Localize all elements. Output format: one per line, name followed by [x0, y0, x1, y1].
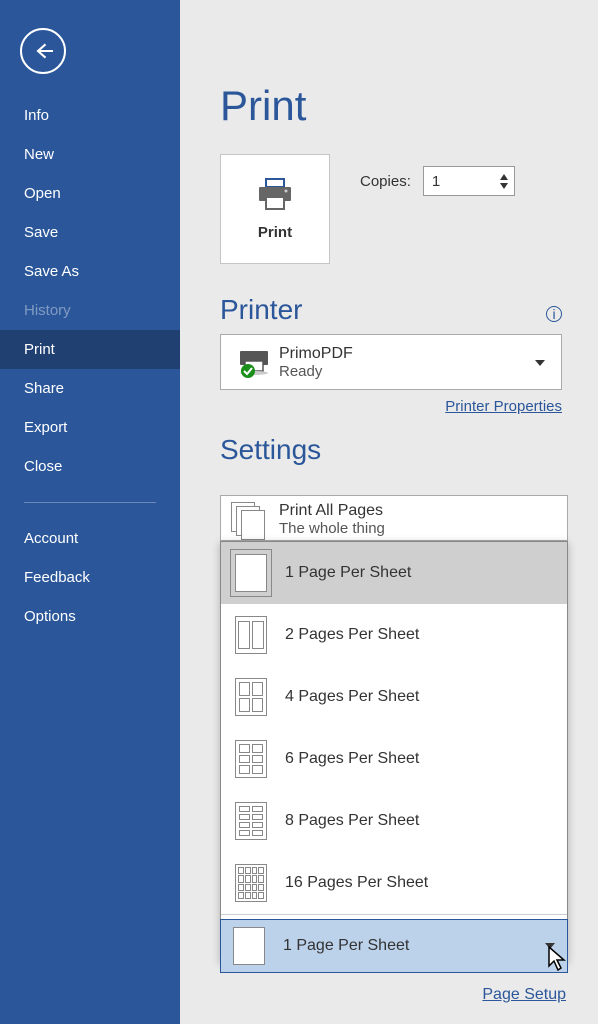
nav-account[interactable]: Account: [0, 519, 180, 558]
nav-history: History: [0, 291, 180, 330]
settings-section-title: Settings: [220, 434, 562, 466]
chevron-down-icon: [535, 353, 551, 371]
nav-share[interactable]: Share: [0, 369, 180, 408]
copies-input[interactable]: 1: [423, 166, 515, 196]
printer-dropdown[interactable]: PrimoPDF Ready: [220, 334, 562, 390]
printer-name: PrimoPDF: [279, 345, 535, 363]
nav-open[interactable]: Open: [0, 174, 180, 213]
menu-label: 1 Page Per Sheet: [285, 564, 411, 582]
page-setup-link[interactable]: Page Setup: [482, 986, 566, 1004]
nav-feedback[interactable]: Feedback: [0, 558, 180, 597]
page-thumb-6-icon: [235, 740, 267, 778]
menu-2-pages[interactable]: 2 Pages Per Sheet: [221, 604, 567, 666]
pages-per-sheet-value: 1 Page Per Sheet: [283, 937, 527, 955]
menu-4-pages[interactable]: 4 Pages Per Sheet: [221, 666, 567, 728]
printer-icon: [256, 178, 294, 212]
print-range-line2: The whole thing: [279, 520, 557, 537]
printer-properties-link[interactable]: Printer Properties: [445, 398, 562, 415]
nav-export[interactable]: Export: [0, 408, 180, 447]
copies-row: Copies: 1: [360, 166, 515, 196]
page-thumb-2-icon: [235, 616, 267, 654]
menu-label: 4 Pages Per Sheet: [285, 688, 419, 706]
backstage-sidebar: Info New Open Save Save As History Print…: [0, 0, 180, 1024]
print-button[interactable]: Print: [220, 154, 330, 264]
page-thumb-1-icon: [235, 554, 267, 592]
copies-value: 1: [432, 173, 440, 190]
page-title: Print: [220, 82, 562, 130]
menu-16-pages[interactable]: 16 Pages Per Sheet: [221, 852, 567, 914]
chevron-down-icon: [545, 943, 555, 949]
menu-label: 8 Pages Per Sheet: [285, 812, 419, 830]
nav-save-as[interactable]: Save As: [0, 252, 180, 291]
copies-label: Copies:: [360, 173, 411, 190]
menu-label: 16 Pages Per Sheet: [285, 874, 428, 892]
print-range-line1: Print All Pages: [279, 502, 557, 520]
pages-per-sheet-menu: 1 Page Per Sheet 2 Pages Per Sheet 4 Pag…: [220, 541, 568, 962]
nav-info[interactable]: Info: [0, 96, 180, 135]
nav-options[interactable]: Options: [0, 597, 180, 636]
nav-separator: [24, 502, 156, 503]
print-button-label: Print: [258, 224, 292, 241]
nav-save[interactable]: Save: [0, 213, 180, 252]
menu-1-page[interactable]: 1 Page Per Sheet: [221, 542, 567, 604]
printer-section-title: Printer: [220, 294, 302, 326]
print-range-dropdown[interactable]: Print All Pages The whole thing: [220, 495, 568, 541]
nav-new[interactable]: New: [0, 135, 180, 174]
back-button[interactable]: [20, 28, 66, 74]
copies-increment[interactable]: [498, 173, 510, 181]
page-thumb-1-icon: [233, 927, 265, 965]
nav-close[interactable]: Close: [0, 447, 180, 486]
printer-status: Ready: [279, 363, 535, 380]
nav-print[interactable]: Print: [0, 330, 180, 369]
menu-8-pages[interactable]: 8 Pages Per Sheet: [221, 790, 567, 852]
menu-6-pages[interactable]: 6 Pages Per Sheet: [221, 728, 567, 790]
copies-decrement[interactable]: [498, 182, 510, 190]
page-thumb-8-icon: [235, 802, 267, 840]
menu-label: 2 Pages Per Sheet: [285, 626, 419, 644]
arrow-left-icon: [33, 41, 53, 61]
menu-label: 6 Pages Per Sheet: [285, 750, 419, 768]
printer-ready-icon: [231, 345, 279, 379]
pages-per-sheet-dropdown[interactable]: 1 Page Per Sheet: [220, 919, 568, 973]
printer-info-icon[interactable]: i: [546, 306, 562, 322]
pages-icon: [231, 502, 279, 538]
page-thumb-16-icon: [235, 864, 267, 902]
page-thumb-4-icon: [235, 678, 267, 716]
